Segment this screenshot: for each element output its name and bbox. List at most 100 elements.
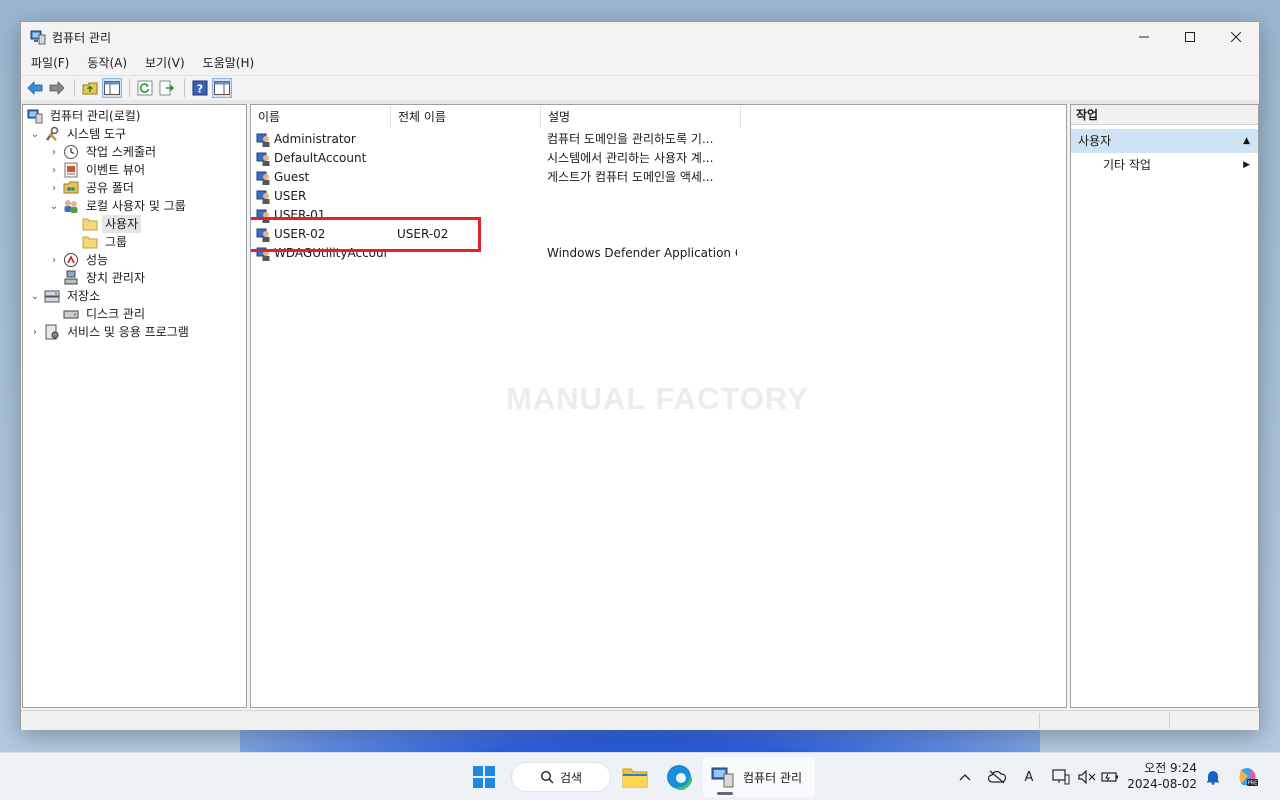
more-actions-item[interactable]: 기타 작업 — [1103, 154, 1151, 176]
tree-item-label: 성능 — [86, 253, 109, 267]
computer-management-icon — [711, 767, 734, 788]
menu-help[interactable]: 도움말(H) — [195, 52, 263, 74]
table-row[interactable]: DefaultAccount 시스템에서 관리하는 사용자 계... — [251, 149, 1066, 168]
tree-item-event-viewer[interactable]: › 이벤트 뷰어 — [48, 161, 148, 179]
export-list-icon[interactable] — [157, 78, 177, 98]
toolbar-separator — [74, 78, 75, 97]
tree-item-device-manager[interactable]: 장치 관리자 — [63, 269, 148, 287]
tree-item-storage[interactable]: ⌄ 저장소 — [29, 287, 103, 305]
user-name: Guest — [274, 170, 310, 184]
chevron-right-icon[interactable]: › — [48, 183, 60, 194]
tree-item-task-scheduler[interactable]: › 작업 스케줄러 — [48, 143, 159, 161]
user-name: Administrator — [274, 132, 356, 146]
chevron-down-icon[interactable]: ⌄ — [29, 291, 41, 302]
user-icon — [256, 170, 272, 186]
column-header-full-name[interactable]: 전체 이름 — [391, 106, 541, 128]
edge-browser-icon[interactable] — [663, 761, 695, 793]
svg-text:PRE: PRE — [1248, 781, 1258, 787]
tree-root-label: 컴퓨터 관리(로컬) — [50, 109, 141, 123]
svg-text:?: ? — [197, 82, 203, 95]
system-clock[interactable]: 오전 9:24 2024-08-02 — [1127, 760, 1197, 792]
taskbar: 검색 컴퓨터 관리 A 오전 9:24 2024-08-02 PRE — [0, 752, 1280, 800]
tree-item-services-apps[interactable]: › 서비스 및 응용 프로그램 — [29, 323, 192, 341]
user-description: 게스트가 컴퓨터 도메인을 액세... — [547, 170, 714, 184]
table-row[interactable]: Administrator 컴퓨터 도메인을 관리하도록 기... — [251, 130, 1066, 149]
toolbar: ? — [21, 75, 1259, 99]
table-row[interactable]: Guest 게스트가 컴퓨터 도메인을 액세... — [251, 168, 1066, 187]
back-button[interactable] — [25, 78, 45, 98]
notification-bell-icon[interactable] — [1203, 767, 1223, 787]
chevron-right-icon[interactable]: › — [48, 255, 60, 266]
copilot-icon[interactable]: PRE — [1236, 767, 1260, 787]
menu-bar: 파일(F) 동작(A) 보기(V) 도움말(H) — [21, 52, 1259, 74]
computer-management-icon — [30, 29, 46, 45]
status-segment — [1039, 713, 1169, 729]
tree-item-label: 시스템 도구 — [67, 127, 127, 141]
clock-icon — [63, 144, 79, 160]
column-header-description[interactable]: 설명 — [541, 106, 741, 128]
tree-item-label: 저장소 — [67, 289, 101, 303]
show-hide-console-tree-icon[interactable] — [102, 77, 122, 98]
toolbar-separator — [129, 78, 130, 97]
column-header-name[interactable]: 이름 — [251, 106, 391, 128]
start-button[interactable] — [472, 765, 496, 789]
collapse-triangle-icon[interactable]: ▲ — [1243, 129, 1250, 153]
speaker-muted-icon[interactable] — [1077, 767, 1097, 787]
user-icon — [256, 151, 272, 167]
up-folder-icon[interactable] — [80, 78, 100, 98]
tree-root[interactable]: 컴퓨터 관리(로컬) — [27, 107, 143, 125]
device-manager-icon — [63, 270, 79, 286]
tree-item-label: 서비스 및 응용 프로그램 — [67, 325, 189, 339]
disk-icon — [63, 306, 79, 322]
chevron-right-icon[interactable]: › — [48, 147, 60, 158]
menu-file[interactable]: 파일(F) — [23, 52, 77, 74]
tree-item-local-users-groups[interactable]: ⌄ 로컬 사용자 및 그룹 — [48, 197, 189, 215]
ime-indicator[interactable]: A — [1019, 767, 1039, 787]
taskbar-app-computer-management[interactable]: 컴퓨터 관리 — [703, 757, 815, 797]
chevron-right-icon[interactable]: › — [48, 165, 60, 176]
taskbar-app-label: 컴퓨터 관리 — [743, 770, 803, 785]
display-icon[interactable] — [1051, 767, 1071, 787]
tree-item-users[interactable]: 사용자 — [82, 215, 142, 233]
tree-item-system-tools[interactable]: ⌄ 시스템 도구 — [29, 125, 129, 143]
users-list: 이름 전체 이름 설명 MANUAL FACTORY Administrator… — [250, 104, 1067, 708]
tree-item-performance[interactable]: › 성능 — [48, 251, 111, 269]
status-segment — [1169, 713, 1259, 729]
tree-item-shared-folders[interactable]: › 공유 폴더 — [48, 179, 137, 197]
clock-date: 2024-08-02 — [1127, 777, 1197, 791]
actions-section-users[interactable]: 사용자 ▲ — [1071, 129, 1258, 153]
computer-management-icon — [27, 108, 43, 124]
storage-icon — [44, 288, 60, 304]
file-explorer-icon[interactable] — [619, 761, 651, 793]
close-button[interactable] — [1213, 22, 1259, 52]
menu-view[interactable]: 보기(V) — [137, 52, 193, 74]
performance-icon — [63, 252, 79, 268]
services-icon — [44, 324, 60, 340]
submenu-arrow-icon[interactable]: ▶ — [1243, 154, 1250, 176]
battery-icon[interactable] — [1100, 767, 1120, 787]
maximize-button[interactable] — [1167, 22, 1213, 52]
tree-item-label: 그룹 — [105, 235, 128, 249]
clock-time: 오전 9:24 — [1144, 761, 1197, 775]
tree-item-groups[interactable]: 그룹 — [82, 233, 130, 251]
tree-item-disk-management[interactable]: 디스크 관리 — [63, 305, 148, 323]
chevron-down-icon[interactable]: ⌄ — [48, 201, 60, 212]
refresh-icon[interactable] — [135, 78, 155, 98]
table-row[interactable]: USER — [251, 187, 1066, 206]
cloud-offline-icon[interactable] — [987, 767, 1007, 787]
folder-icon — [82, 234, 98, 250]
user-icon — [256, 132, 272, 148]
chevron-down-icon[interactable]: ⌄ — [29, 129, 41, 140]
help-icon[interactable]: ? — [190, 78, 210, 98]
minimize-button[interactable] — [1121, 22, 1167, 52]
forward-button[interactable] — [47, 78, 67, 98]
user-icon — [256, 189, 272, 205]
tree-item-label: 작업 스케줄러 — [86, 145, 157, 159]
chevron-right-icon[interactable]: › — [29, 327, 41, 338]
user-description: 컴퓨터 도메인을 관리하도록 기... — [547, 132, 714, 146]
search-box[interactable]: 검색 — [511, 762, 611, 792]
show-hide-action-pane-icon[interactable] — [212, 77, 232, 98]
users-group-icon — [63, 198, 79, 214]
menu-action[interactable]: 동작(A) — [79, 52, 135, 74]
chevron-up-icon[interactable] — [955, 767, 975, 787]
